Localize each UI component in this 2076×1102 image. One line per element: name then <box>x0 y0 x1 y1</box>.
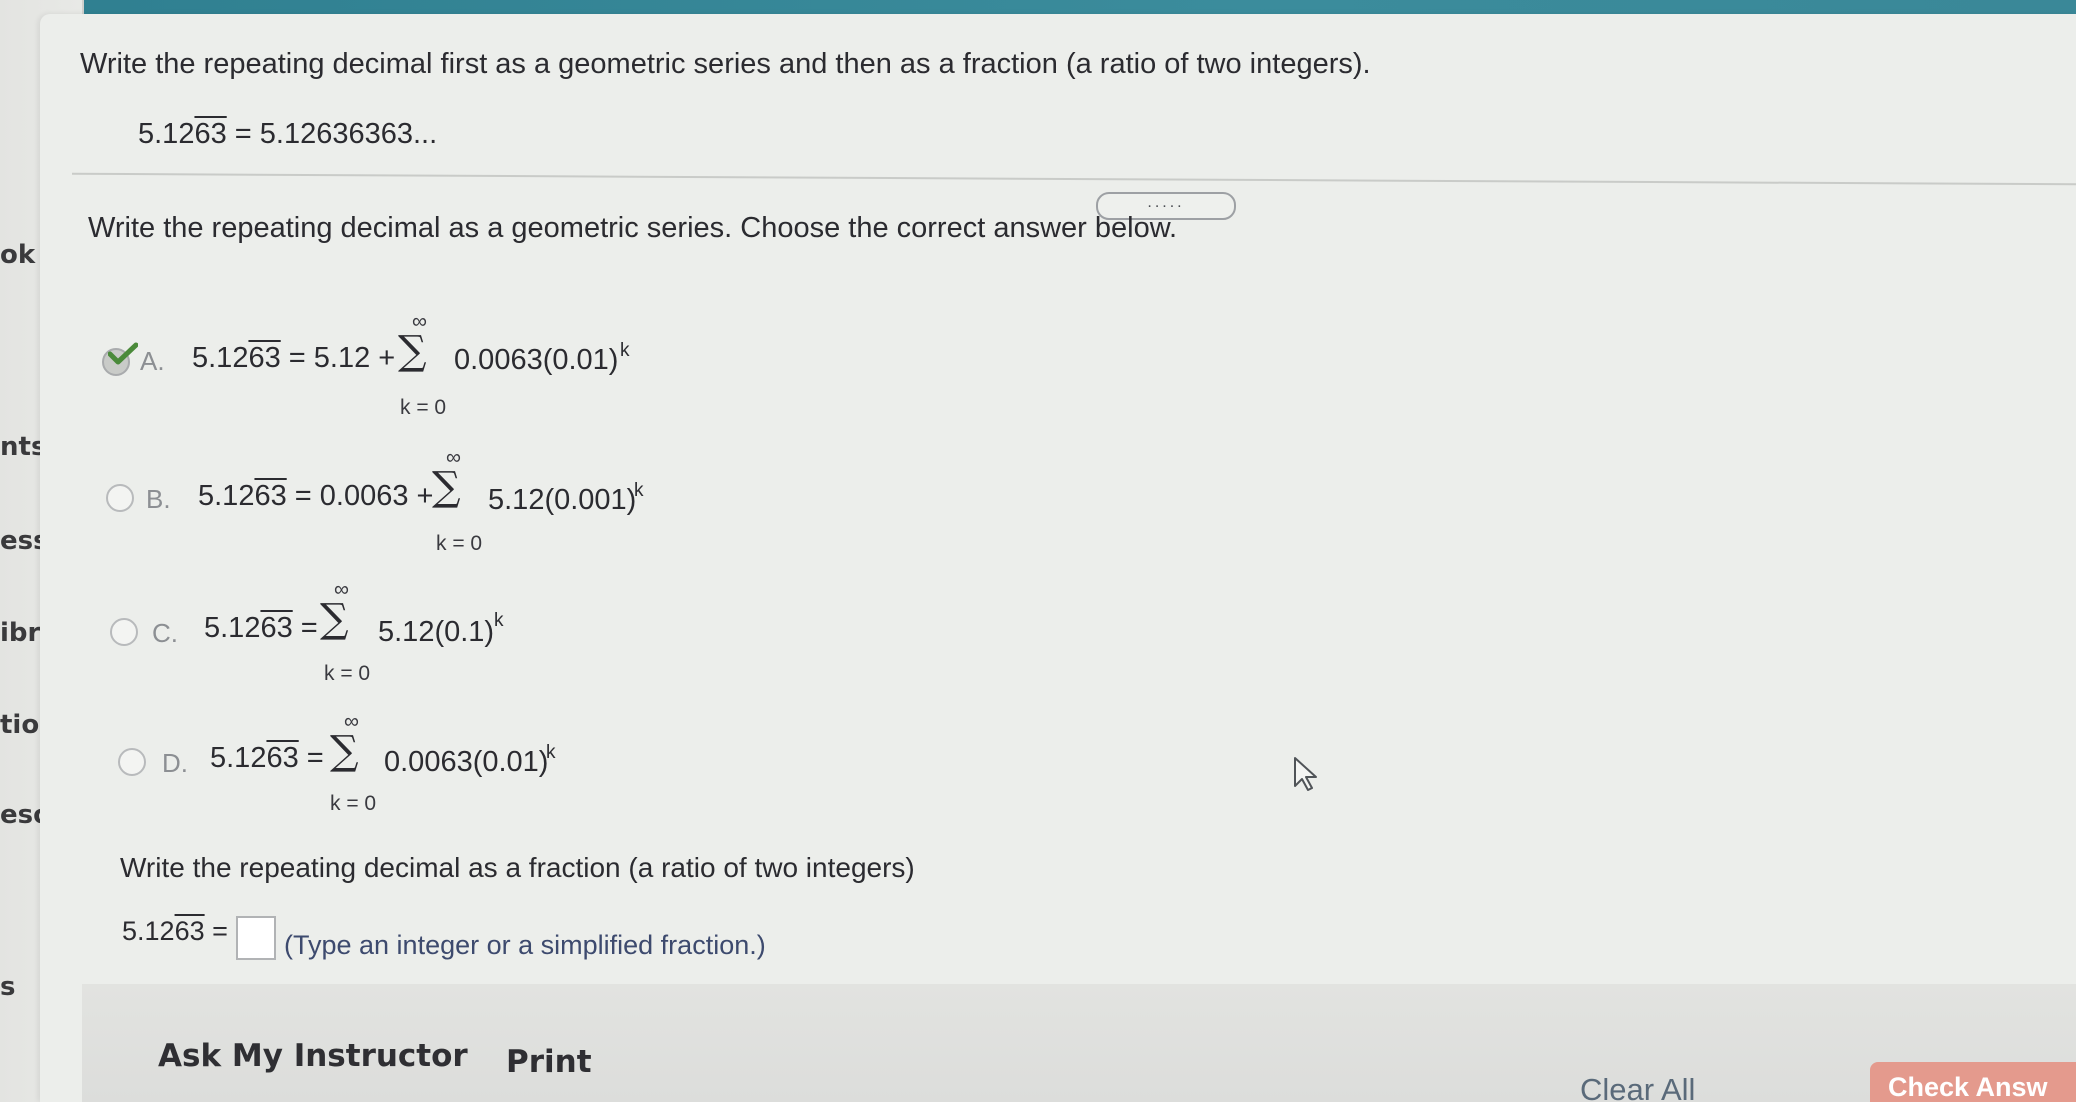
choice-d-term: 0.0063(0.01) <box>384 746 549 778</box>
choice-c-lhs-prefix: 5.12 <box>204 612 261 644</box>
choice-a-sum-lower: k = 0 <box>400 396 447 419</box>
clear-all-button[interactable]: Clear All <box>1580 1072 1695 1102</box>
choice-b-lhs-prefix: 5.12 <box>198 480 255 512</box>
print-button[interactable]: Print <box>506 1044 592 1080</box>
choice-c-exponent: k <box>494 610 504 631</box>
part2-lhs: 5.1263 = <box>122 916 228 947</box>
choice-d-sum-lower: k = 0 <box>330 792 377 815</box>
choice-d-lhs: 5.1263 = <box>210 742 324 775</box>
repeating-decimal-statement: 5.1263 = 5.12636363... <box>138 118 437 151</box>
decimal-repeat: 63 <box>194 118 227 150</box>
choice-a-lhs-prefix: 5.12 <box>192 342 249 374</box>
choice-d-lhs-prefix: 5.12 <box>210 742 267 774</box>
choice-b-letter: B. <box>146 484 171 514</box>
choice-d-lhs-repeat: 63 <box>266 742 299 774</box>
choice-d-sigma: ∑ <box>330 728 359 774</box>
choice-b-sigma: ∑ <box>432 464 461 510</box>
choice-c-radio[interactable] <box>110 618 138 646</box>
choice-d-exponent: k <box>546 742 556 763</box>
fraction-answer-input[interactable] <box>236 916 276 960</box>
choice-c-letter: C. <box>152 618 178 648</box>
choice-d-lead: = <box>298 742 324 774</box>
choice-a-term: 0.0063(0.01) <box>454 344 619 376</box>
part2-lhs-repeat: 63 <box>174 916 205 946</box>
choice-a-lhs: 5.1263 = 5.12 + <box>192 342 395 375</box>
nav-item-tools[interactable]: s <box>0 972 15 1002</box>
choice-c-sigma: ∑ <box>320 596 349 642</box>
question-instruction: Write the repeating decimal first as a g… <box>80 48 1371 80</box>
answer-hint: (Type an integer or a simplified fractio… <box>284 930 766 960</box>
check-answer-button[interactable]: Check Answ <box>1870 1062 2076 1102</box>
part2-prompt: Write the repeating decimal as a fractio… <box>120 852 915 883</box>
part2-eq: = <box>204 916 228 946</box>
choice-a-letter: A. <box>140 346 165 376</box>
choice-a-lhs-repeat: 63 <box>248 342 281 374</box>
choice-b-lhs-repeat: 63 <box>254 480 287 512</box>
choice-b-sum-lower: k = 0 <box>436 532 483 555</box>
choice-d-radio[interactable] <box>118 748 146 776</box>
ask-my-instructor-button[interactable]: Ask My Instructor <box>158 1038 468 1074</box>
choice-c-lead: = <box>292 612 318 644</box>
choice-c-lhs-repeat: 63 <box>260 612 293 644</box>
choice-b-radio[interactable] <box>106 484 134 512</box>
decimal-expansion: = 5.12636363... <box>226 118 438 150</box>
choice-c-term: 5.12(0.1) <box>378 616 495 648</box>
choice-a-lead: = 5.12 + <box>280 342 396 374</box>
decimal-prefix: 5.12 <box>138 118 195 150</box>
choice-b-term: 5.12(0.001) <box>488 484 637 516</box>
checkmark-icon <box>108 342 138 365</box>
choice-b-lhs: 5.1263 = 0.0063 + <box>198 480 433 513</box>
choice-c-sum-lower: k = 0 <box>324 662 371 685</box>
choice-c-lhs: 5.1263 = <box>204 612 318 645</box>
mouse-cursor-icon <box>1294 757 1317 791</box>
part2-lhs-prefix: 5.12 <box>122 916 175 946</box>
choice-d-letter: D. <box>162 748 188 778</box>
choice-b-exponent: k <box>634 480 644 501</box>
page: ok nts ess ibrary tions esourc s Write t… <box>0 0 2076 1102</box>
choice-a-exponent: k <box>620 340 630 361</box>
choice-b-lead: = 0.0063 + <box>286 480 434 512</box>
nav-item-book[interactable]: ok <box>0 240 35 270</box>
choice-a-sigma: ∑ <box>398 328 427 374</box>
part1-prompt: Write the repeating decimal as a geometr… <box>88 212 1178 244</box>
